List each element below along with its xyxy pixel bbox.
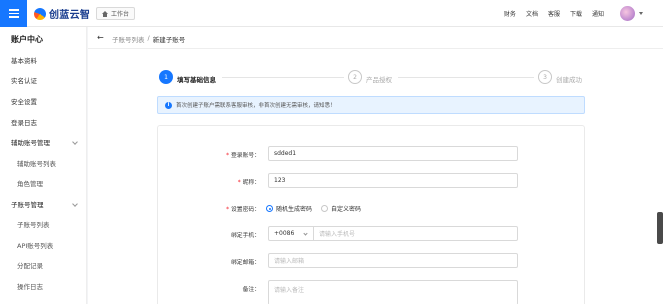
workbench-button[interactable]: 工作台 (96, 7, 136, 20)
radio-checked-icon (266, 205, 273, 212)
sidebar-item-label: 基本资料 (11, 57, 37, 65)
top-nav: 财务 文档 客服 下载 通知 (504, 9, 604, 18)
sidebar-item-verification[interactable]: 实名认证 (0, 70, 87, 90)
email-input[interactable]: 请输入邮箱 (268, 253, 518, 268)
sidebar-group-sub-accounts[interactable]: 子账号管理 (0, 194, 87, 214)
sidebar-item-label: 子账号列表 (17, 221, 50, 229)
sidebar-item-label: 操作日志 (17, 283, 43, 291)
nav-download[interactable]: 下载 (570, 9, 582, 18)
sidebar-item-security[interactable]: 安全设置 (0, 91, 87, 111)
remark-textarea[interactable]: 请输入备注 (268, 280, 518, 304)
radio-label: 自定义密码 (331, 206, 362, 213)
top-bar: 创蓝云智 工作台 财务 文档 客服 下载 通知 (0, 0, 663, 27)
caret-down-icon[interactable] (639, 12, 643, 15)
home-icon (102, 10, 108, 17)
logo[interactable]: 创蓝云智 (34, 6, 90, 21)
form-panel: * 登录账号： sdded1 * 昵称： 123 * 设置密码： 随机生成密码 自定义… (157, 125, 585, 304)
radio-random-password[interactable]: 随机生成密码 (266, 204, 312, 213)
sidebar-item-label: 辅助账号管理 (11, 139, 50, 147)
chevron-down-icon (72, 201, 78, 207)
remark-label: 备注： (242, 287, 260, 293)
hamburger-icon (8, 9, 19, 11)
sidebar-item-label: 分配记录 (17, 262, 43, 270)
radio-unchecked-icon (321, 205, 328, 212)
radio-custom-password[interactable]: 自定义密码 (321, 204, 361, 213)
country-code-select[interactable]: +0086 (268, 226, 314, 241)
notice-text: 首次创建子账户需联系客服审核，非首次创建无需审核，请知悉！ (176, 103, 336, 109)
phone-label: 绑定手机： (231, 233, 260, 239)
chevron-down-icon (303, 231, 308, 236)
step-connector (222, 77, 344, 78)
nickname-label-text: 昵称： (242, 180, 260, 186)
account-input[interactable]: sdded1 (268, 146, 518, 161)
step-1-number: 1 (159, 70, 173, 84)
step-1-label: 填写基础信息 (177, 76, 216, 84)
sidebar-item-label: 角色管理 (17, 180, 43, 188)
avatar[interactable] (620, 6, 635, 21)
logo-mark-icon (34, 7, 46, 20)
nav-docs[interactable]: 文档 (526, 9, 538, 18)
required-mark: * (226, 207, 229, 213)
workbench-label: 工作台 (111, 11, 130, 18)
sidebar-item-op-log[interactable]: 操作日志 (0, 276, 87, 296)
account-label: * 登录账号： (200, 150, 260, 159)
step-3-label: 创建成功 (556, 76, 582, 84)
back-arrow-icon[interactable]: ← (97, 34, 104, 42)
password-label: * 设置密码： (200, 204, 260, 213)
sidebar-item-login-log[interactable]: 登录日志 (0, 112, 87, 132)
scrollbar-thumb[interactable] (657, 212, 663, 244)
email-label: 绑定邮箱： (231, 260, 260, 266)
step-2-number: 2 (348, 70, 362, 84)
sidebar-item-sub-list[interactable]: 子账号列表 (0, 214, 87, 234)
required-mark: * (226, 153, 229, 159)
step-connector (398, 77, 534, 78)
country-code-value: +0086 (274, 230, 295, 237)
phone-input[interactable]: 请输入手机号 (313, 226, 518, 241)
nav-finance[interactable]: 财务 (504, 9, 516, 18)
breadcrumb-current: 新建子账号 (152, 36, 186, 44)
sidebar-item-label: 子账号管理 (11, 201, 44, 209)
info-icon: i (165, 101, 172, 109)
sidebar-item-roles[interactable]: 角色管理 (0, 173, 87, 193)
sidebar-title: 账户中心 (11, 35, 43, 44)
radio-label: 随机生成密码 (276, 206, 313, 213)
sidebar-item-label: 安全设置 (11, 98, 37, 106)
breadcrumb-bar: ← 子账号列表 / 新建子账号 (88, 27, 663, 49)
main-content: 1 填写基础信息 2 产品授权 3 创建成功 i 首次创建子账户需联系客服审核，… (88, 49, 663, 304)
logo-text: 创蓝云智 (49, 10, 91, 21)
sidebar-item-assist-list[interactable]: 辅助账号列表 (0, 153, 87, 173)
step-3-number: 3 (538, 70, 552, 84)
sidebar-group-assist-accounts[interactable]: 辅助账号管理 (0, 132, 87, 152)
nav-support[interactable]: 客服 (548, 9, 560, 18)
nickname-label: * 昵称： (200, 177, 260, 186)
info-notice: i 首次创建子账户需联系客服审核，非首次创建无需审核，请知悉！ (157, 96, 585, 114)
menu-toggle-button[interactable] (0, 0, 27, 27)
breadcrumb-separator: / (147, 34, 150, 42)
sidebar-item-basic-info[interactable]: 基本资料 (0, 50, 87, 70)
password-label-text: 设置密码： (231, 207, 260, 213)
sidebar-item-api-accounts[interactable]: API账号列表 (0, 235, 87, 255)
breadcrumb-parent[interactable]: 子账号列表 (112, 34, 145, 44)
sidebar-item-label: API账号列表 (17, 242, 54, 250)
hamburger-icon-bar (8, 16, 19, 18)
sidebar-item-label: 辅助账号列表 (17, 160, 56, 168)
chevron-down-icon (72, 139, 78, 145)
step-2-label: 产品授权 (366, 76, 392, 84)
nickname-input[interactable]: 123 (268, 173, 518, 188)
breadcrumb: 子账号列表 / 新建子账号 (112, 34, 185, 44)
required-mark: * (237, 180, 241, 186)
sidebar-item-label: 实名认证 (11, 77, 37, 85)
sidebar: 账户中心 基本资料 实名认证 安全设置 登录日志 辅助账号管理 辅助账号列表 角… (0, 27, 87, 304)
sidebar-item-label: 登录日志 (11, 119, 37, 127)
hamburger-icon-bar (8, 12, 19, 15)
nav-notifications[interactable]: 通知 (592, 9, 604, 18)
account-label-text: 登录账号： (231, 153, 260, 159)
sidebar-item-allocation[interactable]: 分配记录 (0, 255, 87, 275)
